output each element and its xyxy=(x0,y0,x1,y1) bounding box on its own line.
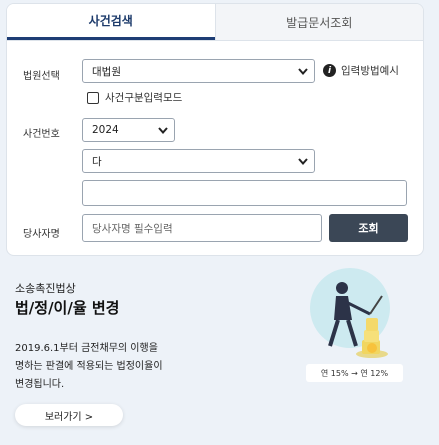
tab-issued-documents[interactable]: 발급문서조회 xyxy=(214,4,423,40)
case-search-card: 사건검색 발급문서조회 법원선택 대법원 i 입력방법예시 사건구분입력모드 사… xyxy=(6,3,424,256)
tab-bar: 사건검색 발급문서조회 xyxy=(7,4,423,41)
view-more-button[interactable]: 보러가기 > xyxy=(15,404,123,426)
promo-title: 법/정/이/율 변경 xyxy=(15,299,120,317)
input-example-label: 입력방법예시 xyxy=(341,65,399,77)
year-select-value: 2024 xyxy=(92,124,119,136)
party-name-placeholder: 당사자명 필수입력 xyxy=(92,222,173,235)
promo-description-line: 2019.6.1부터 금전채무의 이행을 xyxy=(15,343,158,354)
promo-subtitle: 소송촉진법상 xyxy=(15,282,76,295)
interest-rate-illustration xyxy=(310,268,390,358)
court-select[interactable]: 대법원 xyxy=(82,59,315,83)
input-example-link[interactable]: i 입력방법예시 xyxy=(323,63,399,78)
party-name-input[interactable]: 당사자명 필수입력 xyxy=(82,214,322,242)
case-serial-input[interactable] xyxy=(82,180,407,206)
party-name-label: 당사자명 xyxy=(23,229,60,240)
case-type-select[interactable]: 다 xyxy=(82,149,315,173)
court-label: 법원선택 xyxy=(23,71,60,82)
promo-description-line: 변경됩니다. xyxy=(15,379,65,390)
case-mode-checkbox-row[interactable]: 사건구분입력모드 xyxy=(87,90,182,105)
chevron-down-icon xyxy=(292,67,314,75)
info-icon: i xyxy=(323,64,336,77)
case-number-label: 사건번호 xyxy=(23,129,60,140)
court-select-value: 대법원 xyxy=(92,65,121,78)
tab-case-search[interactable]: 사건검색 xyxy=(7,4,215,40)
case-mode-label: 사건구분입력모드 xyxy=(105,92,183,104)
promo-description: 2019.6.1부터 금전채무의 이행을 명하는 판결에 적용되는 법정이율이 … xyxy=(15,340,215,394)
search-button[interactable]: 조회 xyxy=(329,214,408,242)
year-select[interactable]: 2024 xyxy=(82,118,175,142)
chevron-down-icon xyxy=(292,157,314,165)
case-mode-checkbox[interactable] xyxy=(87,91,99,104)
rate-change-badge: 연 15% → 연 12% xyxy=(306,364,403,382)
case-type-select-value: 다 xyxy=(92,155,102,168)
chevron-down-icon xyxy=(152,126,174,134)
promo-description-line: 명하는 판결에 적용되는 법정이율이 xyxy=(15,361,163,372)
